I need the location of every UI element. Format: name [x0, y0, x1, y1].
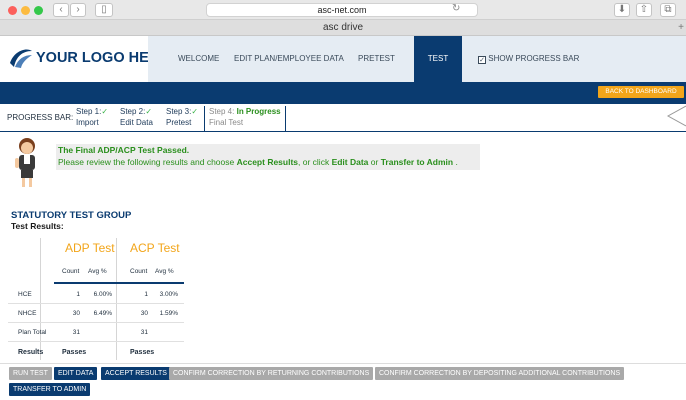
nav-test[interactable]: TEST [414, 36, 462, 82]
download-icon[interactable]: ⬇ [614, 3, 630, 17]
acp-result: Passes [130, 349, 155, 356]
logo-icon [10, 49, 32, 68]
speech-bubble-icon [666, 105, 686, 127]
browser-tab[interactable]: asc drive + [0, 20, 686, 36]
tabs-icon[interactable]: ⧉ [660, 3, 676, 17]
col-header: Avg % [88, 268, 107, 275]
results-subtitle: Test Results: [11, 221, 64, 231]
avatar [15, 138, 35, 187]
acp-count: 30 [140, 310, 148, 317]
row-divider [8, 322, 184, 323]
adp-avg: 6.49% [93, 310, 112, 317]
acp-count: 1 [144, 291, 148, 298]
nav-edit-plan[interactable]: EDIT PLAN/EMPLOYEE DATA [234, 36, 344, 82]
step-4: Step 4: In Progress Final Test [204, 106, 286, 132]
new-tab-icon[interactable]: + [678, 20, 684, 35]
check-icon: ✓ [101, 107, 109, 116]
share-icon[interactable]: ⇧ [636, 3, 652, 17]
step-1-title: Step 1: [76, 107, 102, 116]
step-4-status: In Progress [236, 107, 281, 116]
step-3-sub: Pretest [166, 118, 192, 127]
message-prefix: Please review the following results and … [58, 157, 237, 167]
acp-avg: 3.00% [159, 291, 178, 298]
col-header: Avg % [155, 268, 174, 275]
col-header: Count [130, 268, 148, 275]
results-label: Results [18, 349, 44, 356]
message-end: . [453, 157, 458, 167]
close-window-icon[interactable] [8, 6, 17, 15]
back-to-dashboard-button[interactable]: BACK TO DASHBOARD [598, 86, 684, 98]
forward-arrow-icon[interactable]: › [70, 3, 86, 17]
adp-avg: 6.00% [93, 291, 112, 298]
confirm-returning-button[interactable]: CONFIRM CORRECTION BY RETURNING CONTRIBU… [169, 367, 374, 380]
transfer-to-admin-button[interactable]: TRANSFER TO ADMIN [9, 383, 91, 396]
adp-test-header: ADP Test [65, 241, 115, 255]
row-label: HCE [18, 291, 32, 298]
acp-count: 31 [140, 329, 148, 336]
result-message: The Final ADP/ACP Test Passed. Please re… [56, 144, 480, 170]
step-4-sub: Final Test [209, 118, 244, 127]
url-bar[interactable]: asc-net.com [206, 3, 478, 17]
tab-title: asc drive [322, 22, 363, 33]
show-progress-label: SHOW PROGRESS BAR [488, 54, 580, 63]
checkbox-icon[interactable]: ✓ [478, 56, 486, 64]
message-title: The Final ADP/ACP Test Passed. [58, 145, 190, 155]
step-2: Step 2:✓ Edit Data [120, 106, 153, 132]
row-divider [8, 341, 184, 342]
header-rule [54, 282, 184, 284]
run-test-button[interactable]: RUN TEST [9, 367, 52, 380]
back-arrow-icon[interactable]: ‹ [53, 3, 69, 17]
accept-results-button[interactable]: ACCEPT RESULTS [101, 367, 171, 380]
sidebar-icon[interactable]: ▯ [95, 3, 113, 17]
edit-data-button[interactable]: EDIT DATA [54, 367, 98, 380]
maximize-window-icon[interactable] [34, 6, 43, 15]
header-bar [0, 82, 686, 104]
action-footer: RUN TEST EDIT DATA ACCEPT RESULTS CONFIR… [0, 363, 686, 400]
step-3-title: Step 3: [166, 107, 192, 116]
progress-label: PROGRESS BAR: [7, 113, 74, 122]
url-text: asc-net.com [317, 5, 367, 15]
adp-count: 31 [72, 329, 80, 336]
transfer-to-admin-link[interactable]: Transfer to Admin [381, 157, 453, 167]
logo[interactable]: YOUR LOGO HERE [0, 36, 169, 82]
nav-pretest[interactable]: PRETEST [358, 36, 395, 82]
check-icon: ✓ [145, 107, 153, 116]
acp-avg: 1.59% [159, 310, 178, 317]
step-3: Step 3:✓ Pretest [166, 106, 198, 132]
show-progress-toggle[interactable]: ✓ SHOW PROGRESS BAR [478, 36, 579, 82]
minimize-window-icon[interactable] [21, 6, 30, 15]
col-header: Count [62, 268, 80, 275]
check-icon: ✓ [191, 107, 199, 116]
browser-toolbar: ‹ › ▯ asc-net.com ↻ ⬇ ⇧ ⧉ [0, 0, 686, 20]
message-mid1: , or click [298, 157, 332, 167]
group-title: STATUTORY TEST GROUP [11, 210, 132, 221]
row-label: NHCE [18, 310, 37, 317]
adp-result: Passes [62, 349, 87, 356]
row-label: Plan Total [18, 329, 47, 336]
message-mid2: or [368, 157, 381, 167]
edit-data-link[interactable]: Edit Data [332, 157, 369, 167]
step-1-sub: Import [76, 118, 99, 127]
step-1: Step 1:✓ Import [76, 106, 108, 132]
row-divider [8, 303, 184, 304]
accept-results-link[interactable]: Accept Results [237, 157, 298, 167]
adp-count: 30 [72, 310, 80, 317]
acp-test-header: ACP Test [130, 241, 180, 255]
step-2-sub: Edit Data [120, 118, 153, 127]
reload-icon[interactable]: ↻ [452, 3, 460, 14]
nav-welcome[interactable]: WELCOME [178, 36, 219, 82]
progress-bar: PROGRESS BAR: Step 1:✓ Import Step 2:✓ E… [0, 104, 686, 132]
top-nav: WELCOME EDIT PLAN/EMPLOYEE DATA PRETEST … [148, 36, 686, 82]
adp-count: 1 [76, 291, 80, 298]
step-2-title: Step 2: [120, 107, 146, 116]
confirm-depositing-button[interactable]: CONFIRM CORRECTION BY DEPOSITING ADDITIO… [375, 367, 625, 380]
step-4-title: Step 4: [209, 107, 235, 116]
